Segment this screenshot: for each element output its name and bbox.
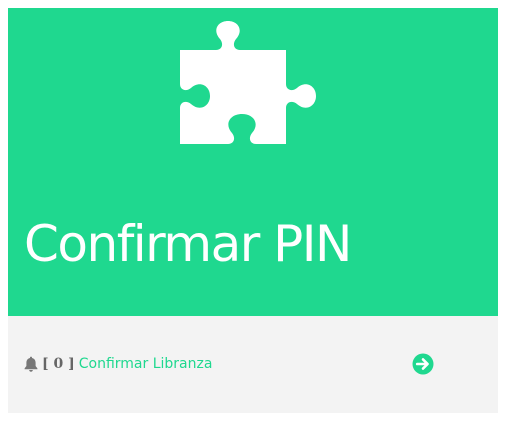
notification-count: [ 0 ]: [42, 356, 75, 372]
arrow-circle-right-icon[interactable]: [412, 353, 434, 375]
card-header: Confirmar PIN: [8, 8, 498, 316]
card-title: Confirmar PIN: [24, 215, 352, 273]
confirmar-pin-card: Confirmar PIN [ 0 ] Confirmar Libranza: [8, 8, 498, 413]
puzzle-piece-icon: [180, 21, 316, 144]
card-footer: [ 0 ] Confirmar Libranza: [8, 316, 498, 413]
footer-info: [ 0 ] Confirmar Libranza: [24, 354, 212, 374]
bell-icon: [24, 356, 38, 372]
confirmar-libranza-link[interactable]: Confirmar Libranza: [79, 354, 213, 374]
